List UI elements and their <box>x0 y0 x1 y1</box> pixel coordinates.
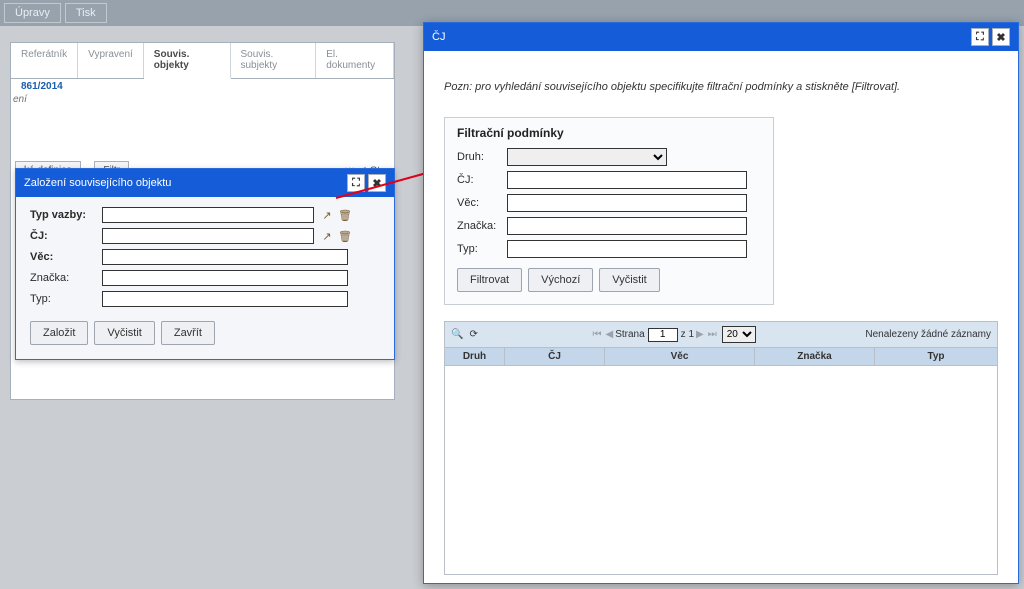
lookup-icon[interactable]: ↗ <box>320 229 334 243</box>
dialog-hint: Pozn: pro vyhledání souvisejícího objekt… <box>444 81 998 93</box>
cj-label: ČJ: <box>30 230 102 242</box>
typ-filter-input[interactable] <box>507 240 747 258</box>
druh-select[interactable] <box>507 148 667 166</box>
typ-label: Typ: <box>457 243 507 255</box>
znacka-filter-input[interactable] <box>507 217 747 235</box>
druh-label: Druh: <box>457 151 507 163</box>
znacka-label: Značka: <box>30 272 102 284</box>
tab-souvis-subjekty[interactable]: Souvis. subjekty <box>231 43 317 78</box>
col-znacka[interactable]: Značka <box>755 348 875 365</box>
cj-label: ČJ: <box>457 174 507 186</box>
nav-prev-icon[interactable]: ◀ <box>606 329 614 340</box>
refresh-icon[interactable]: ⟳ <box>469 329 477 340</box>
vec-label: Věc: <box>457 197 507 209</box>
doc-subtext: ení <box>11 94 394 109</box>
doc-reference: 861/2014 <box>11 79 394 94</box>
dialog-header[interactable]: ČJ ⛶ ✖ <box>424 23 1018 51</box>
filter-conditions-box: Filtrační podmínky Druh: ČJ: Věc: Značka… <box>444 117 774 305</box>
page-background: Referátník Vypravení Souvis. objekty Sou… <box>0 26 1024 586</box>
cj-lookup-dialog: ČJ ⛶ ✖ Pozn: pro vyhledání souvisejícího… <box>423 22 1019 584</box>
grid-toolbar: 🔍 ⟳ ⏮ ◀ Strana z 1 ▶ ⏭ 20 Nenalezeny žád… <box>445 322 997 347</box>
col-druh[interactable]: Druh <box>445 348 505 365</box>
lookup-icon[interactable]: ↗ <box>320 208 334 222</box>
expand-icon[interactable]: ⛶ <box>347 174 365 192</box>
tab-referatnik[interactable]: Referátník <box>11 43 78 78</box>
close-icon[interactable]: ✖ <box>368 174 386 192</box>
typ-input[interactable] <box>102 291 348 307</box>
dialog-title: ČJ <box>432 31 968 43</box>
close-button[interactable]: Zavřít <box>161 321 215 345</box>
expand-icon[interactable]: ⛶ <box>971 28 989 46</box>
create-related-object-dialog: Založení souvisejícího objektu ⛶ ✖ Typ v… <box>15 168 395 360</box>
cj-input[interactable] <box>102 228 314 244</box>
cj-filter-input[interactable] <box>507 171 747 189</box>
nav-first-icon[interactable]: ⏮ <box>593 329 602 340</box>
default-button[interactable]: Výchozí <box>528 268 593 292</box>
trash-icon[interactable]: 🗑 <box>338 229 352 243</box>
edit-button[interactable]: Úpravy <box>4 3 61 23</box>
vec-label: Věc: <box>30 251 102 263</box>
clear-button[interactable]: Vyčistit <box>599 268 659 292</box>
dialog-title: Založení souvisejícího objektu <box>24 177 344 189</box>
filter-title: Filtrační podmínky <box>457 126 761 140</box>
typ-label: Typ: <box>30 293 102 305</box>
tab-vypraveni[interactable]: Vypravení <box>78 43 144 78</box>
grid-header: Druh ČJ Věc Značka Typ <box>445 347 997 366</box>
results-grid: 🔍 ⟳ ⏮ ◀ Strana z 1 ▶ ⏭ 20 Nenalezeny žád… <box>444 321 998 575</box>
page-of-label: z 1 <box>681 329 694 340</box>
dialog-header[interactable]: Založení souvisejícího objektu ⛶ ✖ <box>16 169 394 197</box>
znacka-label: Značka: <box>457 220 507 232</box>
typ-vazby-input[interactable] <box>102 207 314 223</box>
col-vec[interactable]: Věc <box>605 348 755 365</box>
close-icon[interactable]: ✖ <box>992 28 1010 46</box>
znacka-input[interactable] <box>102 270 348 286</box>
nav-last-icon[interactable]: ⏭ <box>708 329 717 340</box>
grid-body <box>445 366 997 574</box>
page-input[interactable] <box>648 328 678 342</box>
per-page-select[interactable]: 20 <box>722 326 756 343</box>
clear-button[interactable]: Vyčistit <box>94 321 154 345</box>
search-icon[interactable]: 🔍 <box>451 329 463 340</box>
vec-filter-input[interactable] <box>507 194 747 212</box>
create-button[interactable]: Založit <box>30 321 88 345</box>
tab-souvis-objekty[interactable]: Souvis. objekty <box>144 43 231 79</box>
nav-next-icon[interactable]: ▶ <box>696 329 704 340</box>
typ-vazby-label: Typ vazby: <box>30 209 102 221</box>
empty-message: Nenalezeny žádné záznamy <box>865 329 991 340</box>
filter-button[interactable]: Filtrovat <box>457 268 522 292</box>
tab-el-dokumenty[interactable]: El. dokumenty <box>316 43 394 78</box>
vec-input[interactable] <box>102 249 348 265</box>
print-button[interactable]: Tisk <box>65 3 107 23</box>
trash-icon[interactable]: 🗑 <box>338 208 352 222</box>
col-typ[interactable]: Typ <box>875 348 997 365</box>
tabs-bar: Referátník Vypravení Souvis. objekty Sou… <box>11 43 394 79</box>
page-label: Strana <box>615 329 644 340</box>
col-cj[interactable]: ČJ <box>505 348 605 365</box>
